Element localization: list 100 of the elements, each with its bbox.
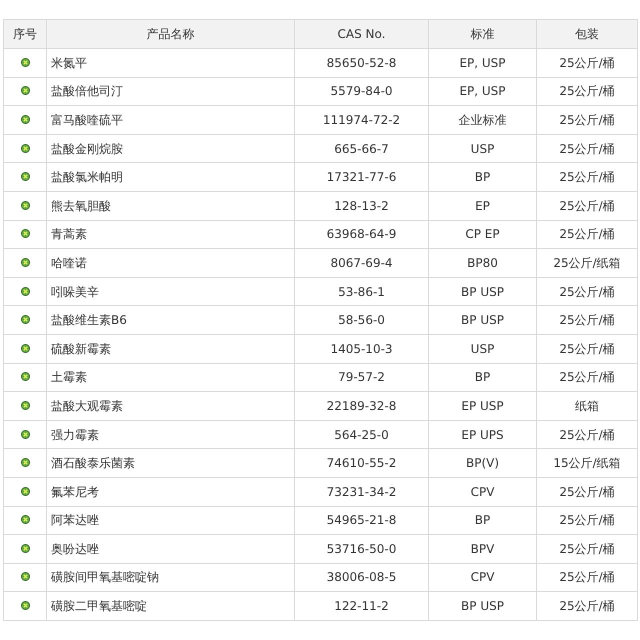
bullet-icon bbox=[20, 114, 30, 124]
table-cell: 25公斤/桶 bbox=[536, 191, 638, 220]
table-cell: 15公斤/纸箱 bbox=[536, 448, 638, 478]
table-cell: 土霉素 bbox=[46, 363, 294, 392]
table-cell: 氟苯尼考 bbox=[46, 477, 294, 506]
table-cell: 74610-55-2 bbox=[294, 448, 428, 478]
table-cell: 5579-84-0 bbox=[294, 77, 428, 106]
table-cell: 111974-72-2 bbox=[294, 106, 428, 134]
table-cell: EP UPS bbox=[428, 420, 536, 449]
table-cell: 53716-50-0 bbox=[294, 534, 428, 564]
bullet-icon bbox=[20, 86, 30, 96]
bullet-icon bbox=[20, 58, 30, 67]
table-cell: 38006-08-5 bbox=[294, 563, 428, 592]
table-cell: 青蒿素 bbox=[46, 220, 294, 249]
table-cell: 盐酸倍他司汀 bbox=[46, 77, 294, 106]
table-cell: 25公斤/桶 bbox=[536, 334, 638, 364]
table-cell: USP bbox=[428, 134, 536, 163]
table-cell: EP, USP bbox=[428, 48, 536, 78]
table-cell: 奥吩达唑 bbox=[46, 534, 294, 564]
table-cell: 25公斤/桶 bbox=[536, 420, 638, 449]
table-cell: 73231-34-2 bbox=[294, 477, 428, 506]
table-cell: 58-56-0 bbox=[294, 306, 428, 334]
table-cell: 强力霉素 bbox=[46, 420, 294, 449]
table-cell: 哈喹诺 bbox=[46, 248, 294, 278]
bullet-icon bbox=[20, 200, 30, 210]
column-header: 包装 bbox=[536, 20, 638, 48]
table-cell: USP bbox=[428, 334, 536, 364]
bullet-icon bbox=[20, 572, 30, 582]
table-cell: 25公斤/桶 bbox=[536, 77, 638, 106]
table-cell: 25公斤/桶 bbox=[536, 534, 638, 564]
table-cell: 盐酸金刚烷胺 bbox=[46, 134, 294, 163]
table-cell: BP bbox=[428, 506, 536, 535]
table-cell: EP USP bbox=[428, 392, 536, 420]
table-cell: 22189-32-8 bbox=[294, 392, 428, 420]
table-cell: 25公斤/桶 bbox=[536, 134, 638, 163]
table-cell: 阿苯达唑 bbox=[46, 506, 294, 535]
table-cell: 25公斤/桶 bbox=[536, 363, 638, 392]
table-cell: 63968-64-9 bbox=[294, 220, 428, 249]
table-cell: 25公斤/桶 bbox=[536, 563, 638, 592]
table-cell: 25公斤/纸箱 bbox=[536, 248, 638, 278]
table-cell: CPV bbox=[428, 477, 536, 506]
bullet-icon bbox=[20, 372, 30, 382]
bullet-icon bbox=[20, 544, 30, 553]
table-cell: 企业标准 bbox=[428, 106, 536, 134]
table-cell: 盐酸氯米帕明 bbox=[46, 162, 294, 192]
table-cell: CPV bbox=[428, 563, 536, 592]
table-cell: 25公斤/桶 bbox=[536, 592, 638, 620]
table-cell: 熊去氧胆酸 bbox=[46, 191, 294, 220]
column-header: 序号 bbox=[4, 20, 46, 48]
table-cell: 盐酸大观霉素 bbox=[46, 392, 294, 420]
table-cell: BPV bbox=[428, 534, 536, 564]
table-cell: 盐酸维生素B6 bbox=[46, 306, 294, 334]
table-cell: 磺胺间甲氧基嘧啶钠 bbox=[46, 563, 294, 592]
table-cell: 硫酸新霉素 bbox=[46, 334, 294, 364]
table-cell: 85650-52-8 bbox=[294, 48, 428, 78]
table-cell: 564-25-0 bbox=[294, 420, 428, 449]
column-header: 产品名称 bbox=[46, 20, 294, 48]
bullet-icon bbox=[20, 144, 30, 153]
bullet-icon bbox=[20, 400, 30, 410]
table-cell: EP bbox=[428, 191, 536, 220]
table-cell: BP bbox=[428, 162, 536, 192]
bullet-icon bbox=[20, 515, 30, 524]
table-cell: BP USP bbox=[428, 306, 536, 334]
table-cell: 25公斤/桶 bbox=[536, 506, 638, 535]
table-cell: 酒石酸泰乐菌素 bbox=[46, 448, 294, 478]
table-cell: 纸箱 bbox=[536, 392, 638, 420]
table-cell: BP bbox=[428, 363, 536, 392]
table-cell: 吲哚美辛 bbox=[46, 277, 294, 306]
bullet-icon bbox=[20, 286, 30, 296]
table-cell: 128-13-2 bbox=[294, 191, 428, 220]
table-cell: BP USP bbox=[428, 592, 536, 620]
table-cell: BP(V) bbox=[428, 448, 536, 478]
table-cell: 25公斤/桶 bbox=[536, 306, 638, 334]
column-header: 标准 bbox=[428, 20, 536, 48]
bullet-icon bbox=[20, 601, 30, 610]
bullet-icon bbox=[20, 315, 30, 324]
table-cell: 53-86-1 bbox=[294, 277, 428, 306]
table-cell: 富马酸喹硫平 bbox=[46, 106, 294, 134]
table-cell: 8067-69-4 bbox=[294, 248, 428, 278]
table-cell: CP EP bbox=[428, 220, 536, 249]
table-cell: 122-11-2 bbox=[294, 592, 428, 620]
table-cell: 17321-77-6 bbox=[294, 162, 428, 192]
table-cell: 54965-21-8 bbox=[294, 506, 428, 535]
table-cell: 米氮平 bbox=[46, 48, 294, 78]
bullet-icon bbox=[20, 486, 30, 496]
table-cell: 25公斤/桶 bbox=[536, 220, 638, 249]
table-cell: 磺胺二甲氧基嘧啶 bbox=[46, 592, 294, 620]
table-cell: 25公斤/桶 bbox=[536, 277, 638, 306]
bullet-icon bbox=[20, 344, 30, 353]
bullet-icon bbox=[20, 258, 30, 267]
bullet-icon bbox=[20, 172, 30, 182]
table-cell: BP80 bbox=[428, 248, 536, 278]
table-cell: 1405-10-3 bbox=[294, 334, 428, 364]
table-cell: 79-57-2 bbox=[294, 363, 428, 392]
column-header: CAS No. bbox=[294, 20, 428, 48]
table-cell: 25公斤/桶 bbox=[536, 48, 638, 78]
table-cell: 25公斤/桶 bbox=[536, 106, 638, 134]
table-cell: 25公斤/桶 bbox=[536, 477, 638, 506]
table-cell: EP, USP bbox=[428, 77, 536, 106]
table-cell: 25公斤/桶 bbox=[536, 162, 638, 192]
